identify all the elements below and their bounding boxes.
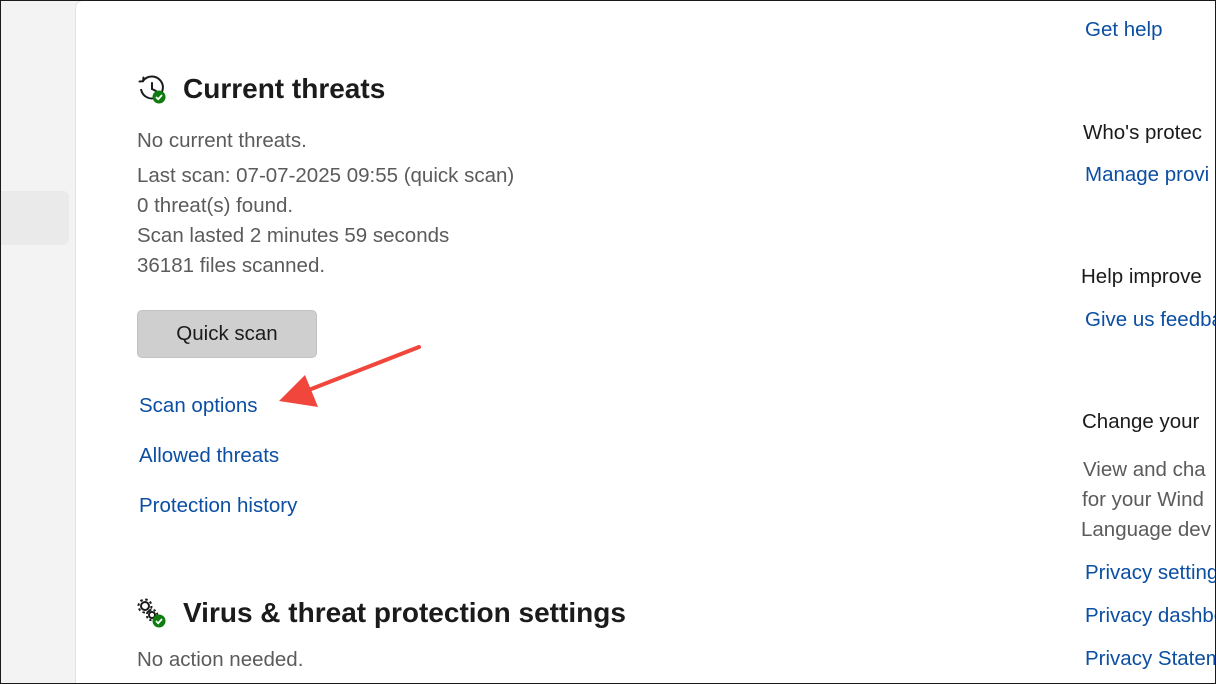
- give-feedback-link[interactable]: Give us feedba: [1085, 308, 1215, 332]
- scan-duration: Scan lasted 2 minutes 59 seconds: [137, 224, 450, 247]
- app-window: Current threats No current threats. Last…: [0, 0, 1216, 684]
- files-scanned: 36181 files scanned.: [137, 254, 326, 277]
- privacy-description-line-3: Language dev: [1081, 518, 1211, 541]
- current-threats-header: Current threats: [137, 73, 385, 105]
- whos-protecting-heading: Who's protec: [1083, 121, 1202, 144]
- privacy-dashboard-link[interactable]: Privacy dashbo: [1085, 604, 1215, 628]
- privacy-description-line-2: for your Wind: [1082, 488, 1204, 511]
- help-improve-heading: Help improve: [1081, 265, 1202, 288]
- annotation-arrow: [279, 345, 421, 407]
- privacy-settings-link[interactable]: Privacy setting: [1085, 561, 1215, 585]
- get-help-link[interactable]: Get help: [1085, 18, 1163, 42]
- history-clock-check-icon: [137, 74, 167, 104]
- virus-settings-header: Virus & threat protection settings: [137, 597, 626, 629]
- nav-item-selected[interactable]: [1, 191, 69, 245]
- scan-options-link[interactable]: Scan options: [139, 394, 258, 418]
- virus-settings-status: No action needed.: [137, 648, 304, 671]
- protection-history-link[interactable]: Protection history: [139, 494, 297, 518]
- last-scan-info: Last scan: 07-07-2025 09:55 (quick scan): [137, 164, 515, 187]
- page-title: Current threats: [183, 73, 386, 104]
- section-title: Virus & threat protection settings: [183, 597, 626, 628]
- gears-check-icon: [137, 598, 167, 628]
- change-privacy-heading: Change your: [1082, 410, 1200, 433]
- privacy-description-line-1: View and cha: [1083, 458, 1206, 481]
- threat-status: No current threats.: [137, 129, 307, 152]
- allowed-threats-link[interactable]: Allowed threats: [139, 444, 279, 468]
- privacy-statement-link[interactable]: Privacy Statem: [1085, 647, 1215, 671]
- threats-found: 0 threat(s) found.: [137, 194, 294, 217]
- manage-providers-link[interactable]: Manage provi: [1085, 163, 1209, 187]
